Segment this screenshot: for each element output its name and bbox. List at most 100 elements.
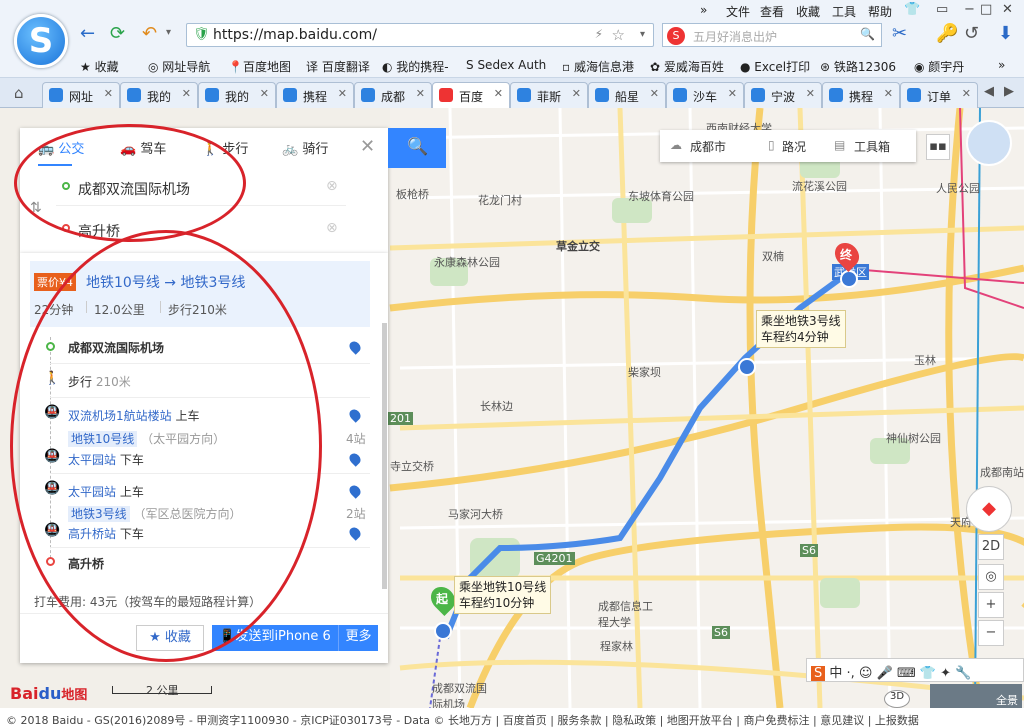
lightning-icon[interactable]: ⚡	[595, 27, 603, 41]
browser-tab[interactable]: 船星 ✕	[588, 82, 666, 108]
browser-tab[interactable]: 我的 ✕	[198, 82, 276, 108]
chevron-icon[interactable]: »	[700, 3, 707, 17]
bookmark-item[interactable]: ● Excel打印	[740, 58, 810, 75]
view-2d-button[interactable]: 2D	[978, 534, 1004, 560]
star-icon[interactable]: ☆	[612, 26, 625, 44]
tab-icon	[829, 88, 843, 102]
scissors-icon[interactable]: ✂	[892, 23, 907, 44]
browser-tab[interactable]: 订单 ✕	[900, 82, 978, 108]
zoom-out-button[interactable]: −	[978, 620, 1004, 646]
tab-close-icon[interactable]: ✕	[338, 87, 347, 100]
restore-icon[interactable]: ▭	[936, 2, 948, 17]
clear-destination-icon[interactable]: ⊗	[326, 220, 338, 236]
bookmark-item[interactable]: ▫ 威海信息港	[562, 58, 634, 75]
browser-tab[interactable]: 成都 ✕	[354, 82, 432, 108]
address-bar[interactable]: 🛡 https://map.baidu.com/ ⚡ ☆ ▾	[186, 23, 654, 47]
bookmark-item[interactable]: 📍百度地图	[228, 58, 291, 75]
tab-scroll-left-icon[interactable]: ◀	[984, 84, 994, 99]
browser-tab-active[interactable]: 百度 ✕	[432, 82, 510, 109]
search-engine-icon[interactable]: S	[667, 27, 685, 45]
metro-station-icon[interactable]	[738, 358, 756, 376]
browser-tab[interactable]: 菲斯 ✕	[510, 82, 588, 108]
ime-logo-icon[interactable]: S	[811, 666, 826, 681]
minimize-icon[interactable]: −	[964, 2, 975, 17]
tab-close-icon[interactable]: ✕	[884, 87, 893, 100]
tab-close-icon[interactable]: ✕	[806, 87, 815, 100]
close-icon[interactable]: ✕	[1002, 2, 1013, 17]
road-shield: S6	[800, 544, 818, 557]
bookmark-item[interactable]: ◎ 网址导航	[148, 58, 210, 75]
close-icon[interactable]: ✕	[360, 136, 375, 157]
bookmark-item[interactable]: ◐ 我的携程-	[382, 58, 449, 75]
browser-tab[interactable]: 携程 ✕	[276, 82, 354, 108]
panorama-button[interactable]: 全景	[930, 684, 1022, 708]
location-pin-icon[interactable]	[347, 451, 363, 467]
map-label: 流花溪公园	[792, 180, 847, 193]
tab-close-icon[interactable]: ✕	[416, 87, 425, 100]
menu-help[interactable]: 帮助	[868, 3, 892, 20]
3d-icon[interactable]: 3D	[884, 690, 910, 708]
bookmark-item[interactable]: ✿ 爱威海百姓	[650, 58, 724, 75]
zoom-in-button[interactable]: +	[978, 592, 1004, 618]
undo-icon[interactable]: ↶	[142, 23, 157, 44]
chevron-icon[interactable]: »	[998, 58, 1005, 72]
tab-scroll-right-icon[interactable]: ▶	[1004, 84, 1014, 99]
tab-close-icon[interactable]: ✕	[650, 87, 659, 100]
browser-logo-icon[interactable]: S	[14, 14, 68, 68]
menu-tools[interactable]: 工具	[832, 3, 856, 20]
search-box[interactable]: S 五月好消息出炉 🔍	[662, 23, 882, 47]
traffic-button[interactable]: 路况	[782, 138, 806, 155]
home-icon[interactable]: ⌂	[14, 84, 24, 102]
bookmark-item[interactable]: S Sedex Auth	[466, 58, 546, 72]
mode-cycling[interactable]: 🚲 骑行	[282, 138, 328, 157]
footer: © 2018 Baidu - GS(2016)2089号 - 甲测资字11009…	[0, 708, 1024, 728]
metro-station-icon[interactable]	[434, 622, 452, 640]
scrollbar[interactable]	[382, 323, 387, 589]
location-pin-icon[interactable]	[347, 407, 363, 423]
address-dropdown-icon[interactable]: ▾	[640, 29, 645, 40]
toolbox-button[interactable]: 工具箱	[854, 138, 890, 155]
tab-close-icon[interactable]: ✕	[728, 87, 737, 100]
bookmark-item[interactable]: ◉ 颜宇丹	[914, 58, 964, 75]
bookmark-item[interactable]: ⊛ 铁路12306	[820, 58, 896, 75]
browser-tab[interactable]: 携程 ✕	[822, 82, 900, 108]
bookmark-item[interactable]: 译 百度翻译	[306, 58, 370, 75]
ime-toolbar[interactable]: S 中 ·, ☺ 🎤 ⌨ 👕 ✦ 🔧	[806, 658, 1024, 682]
refresh-icon[interactable]: ⟳	[110, 23, 125, 44]
undo-history-icon[interactable]: ↺	[964, 23, 979, 44]
browser-tab[interactable]: 网址 ✕	[42, 82, 120, 108]
bookmark-item[interactable]: ★ 收藏	[80, 58, 119, 75]
tab-close-icon[interactable]: ✕	[260, 87, 269, 100]
map-toolbar: ☁ 成都市 ▯ 路况 ▤ 工具箱	[660, 130, 916, 162]
browser-tab[interactable]: 宁波 ✕	[744, 82, 822, 108]
location-pin-icon[interactable]	[347, 525, 363, 541]
city-selector[interactable]: 成都市	[690, 138, 726, 155]
key-icon[interactable]: 🔑	[936, 23, 958, 44]
avatar[interactable]	[966, 120, 1012, 166]
location-pin-icon[interactable]	[347, 483, 363, 499]
search-icon[interactable]: 🔍	[860, 27, 875, 41]
browser-tab[interactable]: 沙车 ✕	[666, 82, 744, 108]
tab-close-icon[interactable]: ✕	[962, 87, 971, 100]
download-icon[interactable]: ⬇	[998, 23, 1013, 44]
back-icon[interactable]: ←	[80, 23, 95, 44]
tab-close-icon[interactable]: ✕	[494, 87, 503, 100]
dropdown-icon[interactable]: ▾	[166, 27, 171, 38]
menu-favorites[interactable]: 收藏	[796, 3, 820, 20]
shirt-icon[interactable]: 👕	[904, 2, 920, 17]
menu-view[interactable]: 查看	[760, 3, 784, 20]
browser-tab[interactable]: 我的 ✕	[120, 82, 198, 108]
metro-station-icon[interactable]	[840, 270, 858, 288]
search-button[interactable]: 🔍	[388, 128, 446, 168]
more-button[interactable]: 更多	[338, 625, 378, 651]
tab-close-icon[interactable]: ✕	[182, 87, 191, 100]
tab-close-icon[interactable]: ✕	[572, 87, 581, 100]
clear-origin-icon[interactable]: ⊗	[326, 178, 338, 194]
location-pin-icon[interactable]	[347, 339, 363, 355]
compass-icon[interactable]: ◆	[966, 486, 1012, 532]
menu-file[interactable]: 文件	[726, 3, 750, 20]
locate-icon[interactable]: ◎	[978, 564, 1004, 590]
tab-close-icon[interactable]: ✕	[104, 87, 113, 100]
maximize-icon[interactable]: □	[980, 2, 992, 17]
message-icon[interactable]: ▪▪	[926, 134, 950, 160]
